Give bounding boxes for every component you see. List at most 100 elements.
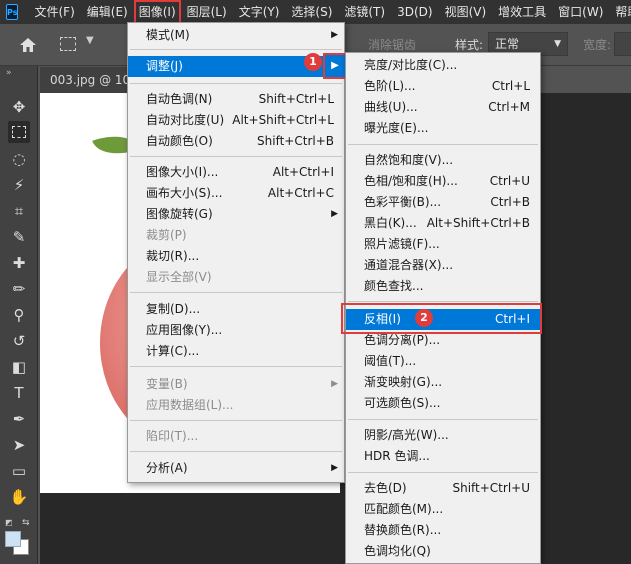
style-label: 样式: (455, 38, 484, 52)
rect-marquee-preset-icon[interactable] (60, 37, 76, 51)
menu-item-threshold[interactable]: 阈值(T)... (346, 351, 540, 372)
menu-separator (130, 451, 342, 452)
menu-item-color-lookup[interactable]: 颜色查找... (346, 276, 540, 297)
submenu-arrow-icon: ▶ (331, 463, 338, 473)
menu-item-invert[interactable]: 反相(I) Ctrl+I (346, 309, 540, 330)
menu-file[interactable]: 文件(F) (28, 0, 80, 24)
lasso-tool-icon[interactable]: ◌ (8, 148, 30, 170)
history-brush-tool-icon[interactable]: ↺ (8, 330, 30, 352)
menu-item-replace-color[interactable]: 替换颜色(R)... (346, 520, 540, 541)
chevron-down-icon[interactable]: ▼ (86, 35, 94, 46)
healing-brush-tool-icon[interactable]: ✚ (8, 252, 30, 274)
menu-plugins[interactable]: 增效工具 (492, 0, 552, 24)
menu-item-shadows-highlights[interactable]: 阴影/高光(W)... (346, 425, 540, 446)
menu-3d[interactable]: 3D(D) (391, 0, 438, 24)
menu-separator (348, 472, 538, 473)
submenu-arrow-icon: ▶ (331, 209, 338, 219)
crop-tool-icon[interactable]: ⌗ (8, 200, 30, 222)
hand-tool-icon[interactable]: ✋ (8, 486, 30, 508)
menu-select[interactable]: 选择(S) (285, 0, 338, 24)
adjustments-submenu-arrow-icon[interactable]: ▶ (323, 53, 347, 79)
menu-item-auto-tone[interactable]: 自动色调(N) Shift+Ctrl+L (128, 89, 344, 110)
menu-edit[interactable]: 编辑(E) (81, 0, 134, 24)
menu-separator (348, 144, 538, 145)
menu-item-black-white[interactable]: 黑白(K)... Alt+Shift+Ctrl+B (346, 213, 540, 234)
menu-item-apply-image[interactable]: 应用图像(Y)... (128, 320, 344, 341)
menu-item-image-rotation[interactable]: 图像旋转(G) ▶ (128, 204, 344, 225)
menu-item-hdr-toning[interactable]: HDR 色调... (346, 446, 540, 467)
menu-item-crop: 裁剪(P) (146, 228, 187, 242)
menu-item-duplicate[interactable]: 复制(D)... (128, 299, 344, 320)
rect-marquee-tool-icon[interactable] (8, 121, 30, 143)
menu-layer[interactable]: 图层(L) (181, 0, 233, 24)
brush-tool-icon[interactable]: ✏ (8, 278, 30, 300)
menu-separator (130, 49, 342, 50)
menu-item-analysis[interactable]: 分析(A) ▶ (128, 458, 344, 479)
step-badge-2: 2 (415, 309, 433, 327)
menu-image[interactable]: 图像(I) (133, 0, 181, 24)
submenu-arrow-icon: ▶ (331, 379, 338, 389)
menu-item-image-size[interactable]: 图像大小(I)... Alt+Ctrl+I (128, 162, 344, 183)
menu-separator (130, 83, 342, 84)
menu-item-apply-data-set: 应用数据组(L)... (146, 398, 234, 412)
swap-colors-icon[interactable]: ⇆ (22, 518, 30, 528)
collapse-toolbar-icon[interactable]: » (6, 68, 11, 78)
rectangle-tool-icon[interactable]: ▭ (8, 460, 30, 482)
menu-bar: Ps 文件(F) 编辑(E) 图像(I) 图层(L) 文字(Y) 选择(S) 滤… (0, 0, 631, 24)
menu-item-hue-saturation[interactable]: 色相/饱和度(H)... Ctrl+U (346, 171, 540, 192)
menu-item-equalize[interactable]: 色调均化(Q) (346, 541, 540, 562)
menu-item-reveal-all: 显示全部(V) (146, 270, 212, 284)
submenu-arrow-icon: ▶ (331, 30, 338, 40)
menu-help[interactable]: 帮助(H) (609, 0, 631, 24)
menu-item-channel-mixer[interactable]: 通道混合器(X)... (346, 255, 540, 276)
width-input[interactable] (614, 32, 631, 56)
menu-item-curves[interactable]: 曲线(U)... Ctrl+M (346, 97, 540, 118)
photoshop-logo: Ps (6, 4, 19, 20)
width-label: 宽度: (583, 38, 612, 52)
menu-item-desaturate[interactable]: 去色(D) Shift+Ctrl+U (346, 478, 540, 499)
move-tool-icon[interactable]: ✥ (8, 96, 30, 118)
menu-item-canvas-size[interactable]: 画布大小(S)... Alt+Ctrl+C (128, 183, 344, 204)
menu-item-auto-color[interactable]: 自动颜色(O) Shift+Ctrl+B (128, 131, 344, 152)
clone-stamp-tool-icon[interactable]: ⚲ (8, 304, 30, 326)
menu-item-exposure[interactable]: 曝光度(E)... (346, 118, 540, 139)
tools-panel: » ✥ ◌ ⚡ ⌗ ✎ ✚ ✏ ⚲ ↺ ◧ T ✒ ➤ ▭ ✋ ◩ ⇆ (0, 66, 38, 564)
type-tool-icon[interactable]: T (8, 382, 30, 404)
menu-item-trap: 陷印(T)... (146, 429, 199, 443)
menu-view[interactable]: 视图(V) (439, 0, 493, 24)
foreground-color-swatch[interactable] (5, 531, 21, 547)
menu-item-photo-filter[interactable]: 照片滤镜(F)... (346, 234, 540, 255)
menu-item-gradient-map[interactable]: 渐变映射(G)... (346, 372, 540, 393)
menu-item-vibrance[interactable]: 自然饱和度(V)... (346, 150, 540, 171)
menu-item-selective-color[interactable]: 可选颜色(S)... (346, 393, 540, 414)
menu-item-posterize[interactable]: 色调分离(P)... (346, 330, 540, 351)
default-colors-icon[interactable]: ◩ (5, 518, 13, 527)
menu-item-brightness-contrast[interactable]: 亮度/对比度(C)... (346, 55, 540, 76)
style-value: 正常 (495, 37, 520, 51)
menu-separator (130, 366, 342, 367)
chevron-down-icon: ▼ (554, 39, 561, 49)
eraser-tool-icon[interactable]: ◧ (8, 356, 30, 378)
menu-item-variables: 变量(B) ▶ (128, 374, 344, 395)
menu-item-color-balance[interactable]: 色彩平衡(B)... Ctrl+B (346, 192, 540, 213)
pen-tool-icon[interactable]: ✒ (8, 408, 30, 430)
menu-window[interactable]: 窗口(W) (552, 0, 609, 24)
menu-type[interactable]: 文字(Y) (233, 0, 286, 24)
eyedropper-tool-icon[interactable]: ✎ (8, 226, 30, 248)
menu-item-calculations[interactable]: 计算(C)... (128, 341, 344, 362)
menu-item-match-color[interactable]: 匹配颜色(M)... (346, 499, 540, 520)
menu-separator (130, 292, 342, 293)
menu-item-auto-contrast[interactable]: 自动对比度(U) Alt+Shift+Ctrl+L (128, 110, 344, 131)
magic-wand-tool-icon[interactable]: ⚡ (8, 174, 30, 196)
path-selection-tool-icon[interactable]: ➤ (8, 434, 30, 456)
menu-item-levels[interactable]: 色阶(L)... Ctrl+L (346, 76, 540, 97)
antialias-option: 消除锯齿 (368, 38, 417, 52)
document-tab[interactable]: 003.jpg @ 10 (40, 67, 130, 93)
step-badge-1: 1 (304, 53, 322, 71)
menu-filter[interactable]: 滤镜(T) (338, 0, 391, 24)
menu-separator (130, 156, 342, 157)
menu-item-trim[interactable]: 裁切(R)... (128, 246, 344, 267)
home-icon[interactable] (18, 35, 38, 55)
menu-item-mode[interactable]: 模式(M) ▶ (128, 25, 344, 46)
image-menu-dropdown: 模式(M) ▶ 调整(J) 自动色调(N) Shift+Ctrl+L 自动对比度(U… (127, 22, 345, 483)
